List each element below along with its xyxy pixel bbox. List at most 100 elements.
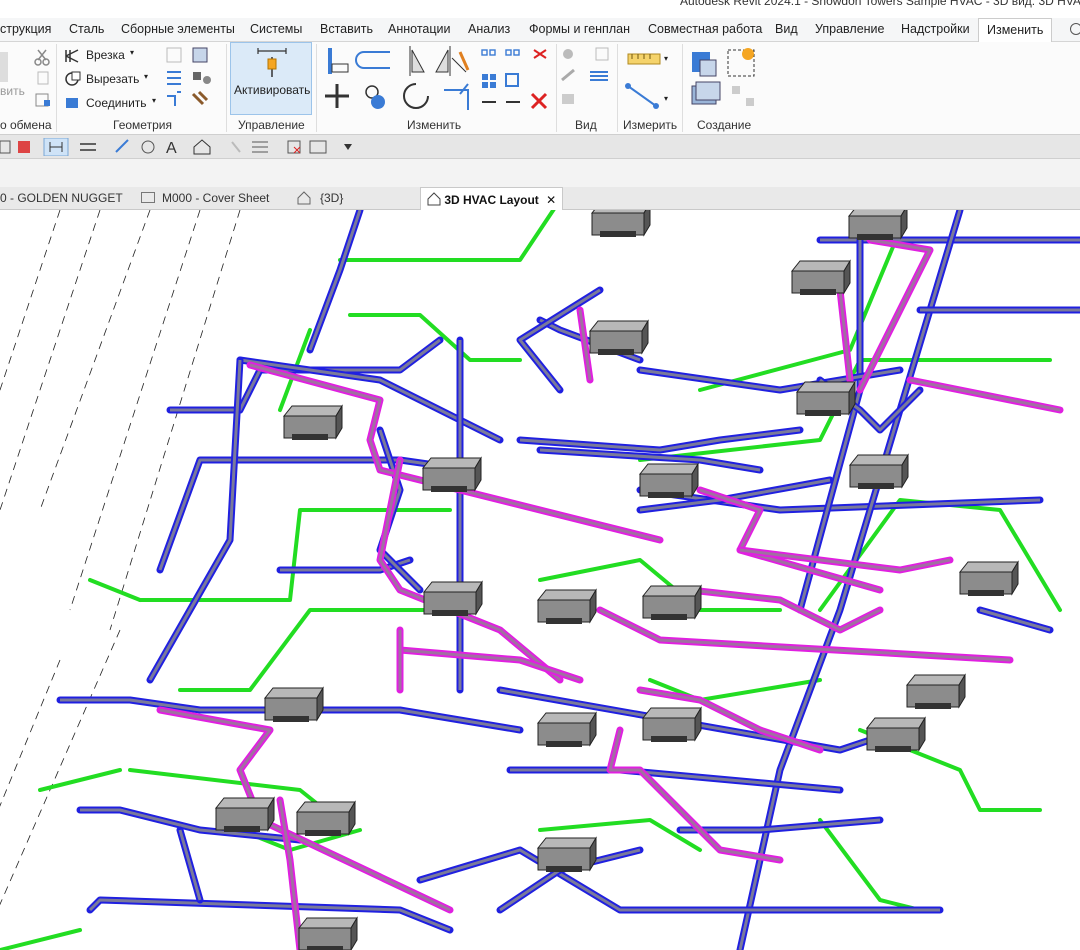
chevron-down-icon[interactable]: ▾: [130, 48, 134, 57]
duct-segment: [138, 508, 452, 602]
air-handling-unit: [847, 210, 908, 240]
modify-panel-label: Изменить: [407, 118, 462, 132]
tab-addins[interactable]: Надстройки: [901, 22, 970, 36]
duct-segment: [0, 928, 82, 950]
geometry-tools-icons: [166, 47, 211, 106]
close-icon[interactable]: ✕: [546, 193, 556, 207]
tab-structure[interactable]: струкция: [0, 22, 51, 36]
sheet-icon: [141, 192, 155, 203]
modify-tools-icons: [325, 46, 548, 110]
measure-panel-label: Измерить: [623, 118, 678, 132]
pipe-runs: [0, 210, 1062, 950]
panel-divider: [226, 44, 227, 132]
air-handling-unit: [536, 836, 597, 872]
activate-button[interactable]: Активировать: [230, 42, 312, 115]
duct-segment: [416, 846, 944, 914]
tab-3d[interactable]: {3D}: [320, 191, 343, 205]
duct-core: [170, 338, 441, 412]
duct-segment: [88, 578, 142, 602]
air-handling-unit: [421, 456, 482, 492]
duct-segment: [348, 313, 522, 362]
options-bar: A: [0, 135, 1080, 159]
ribbon-tab-bar: струкция Сталь Сборные элементы Системы …: [0, 18, 1080, 42]
air-handling-unit: [905, 673, 966, 709]
create-tools-icons: [691, 48, 755, 106]
cut-in-button[interactable]: Врезка: [86, 48, 125, 62]
join-button[interactable]: Соединить: [86, 96, 147, 110]
tab-steel[interactable]: Сталь: [69, 22, 104, 36]
tab-analyze[interactable]: Анализ: [468, 22, 510, 36]
properties-strip: [0, 159, 1080, 187]
grid-line: [109, 210, 241, 631]
air-handling-unit: [641, 706, 702, 742]
geometry-icons: [65, 49, 81, 108]
air-handling-unit: [588, 319, 649, 355]
grid-line: [0, 659, 61, 807]
duct-core: [308, 210, 362, 351]
paste-label[interactable]: вить: [0, 84, 25, 98]
duct-core: [909, 378, 1061, 412]
chevron-down-icon[interactable]: ▾: [152, 96, 156, 105]
tab-golden-nugget[interactable]: 0 - GOLDEN NUGGET: [0, 191, 123, 205]
air-handling-unit: [590, 210, 651, 237]
tab-3d-hvac-layout-label: 3D HVAC Layout: [444, 193, 539, 207]
svg-text:A: A: [166, 140, 177, 156]
panel-divider: [682, 44, 683, 132]
clipboard-panel-icons: [0, 49, 50, 107]
duct-core: [608, 729, 781, 862]
house-icon: [427, 192, 441, 206]
chevron-down-icon[interactable]: ▾: [144, 72, 148, 81]
help-icon[interactable]: [1070, 23, 1080, 35]
panel-divider: [617, 44, 618, 132]
control-panel-label: Управление: [238, 118, 305, 132]
panel-divider: [56, 44, 57, 132]
air-handling-unit: [422, 580, 483, 616]
air-handling-unit: [536, 588, 597, 624]
create-panel-label: Создание: [697, 118, 752, 132]
air-handling-unit: [282, 404, 343, 440]
duct-core: [979, 608, 1051, 632]
tab-view[interactable]: Вид: [775, 22, 798, 36]
house-icon: [297, 191, 311, 205]
tab-insert[interactable]: Вставить: [320, 22, 373, 36]
tab-annotate[interactable]: Аннотации: [388, 22, 450, 36]
hvac-3d-model[interactable]: [0, 210, 1080, 950]
chevron-down-icon[interactable]: ▾: [664, 94, 668, 103]
options-bar-icons: A: [0, 138, 352, 156]
air-handling-unit: [295, 800, 356, 836]
tab-collaborate[interactable]: Совместная работа: [648, 22, 762, 36]
air-handling-unit: [865, 716, 926, 752]
panel-divider: [316, 44, 317, 132]
tab-massing-site[interactable]: Формы и генплан: [529, 22, 630, 36]
activate-label: Активировать: [234, 83, 311, 97]
air-handling-unit: [795, 380, 856, 416]
view-tab-bar: 0 - GOLDEN NUGGET M000 - Cover Sheet {3D…: [0, 187, 1080, 210]
air-handling-unit: [536, 711, 597, 747]
air-handling-unit: [958, 560, 1019, 596]
tab-modify[interactable]: Изменить: [978, 18, 1053, 42]
chevron-down-icon[interactable]: ▾: [664, 54, 668, 63]
title-bar: Autodesk Revit 2024.1 - Snowdon Towers S…: [0, 0, 1080, 18]
clipboard-panel-label: о обмена: [0, 118, 52, 132]
tab-precast[interactable]: Сборные элементы: [121, 22, 235, 36]
tab-systems[interactable]: Системы: [250, 22, 302, 36]
air-handling-unit: [848, 453, 909, 489]
air-handling-unit: [641, 584, 702, 620]
measure-tools-icons: [625, 53, 661, 109]
duct-segment: [606, 726, 784, 864]
ribbon: вить о обмена Врезка Вырезать Соединить …: [0, 42, 1080, 135]
geometry-panel-label: Геометрия: [113, 118, 172, 132]
duct-core: [178, 829, 202, 901]
tab-cover-sheet[interactable]: M000 - Cover Sheet: [162, 191, 269, 205]
air-handling-unit: [297, 916, 358, 950]
tab-manage[interactable]: Управление: [815, 22, 885, 36]
cut-button[interactable]: Вырезать: [86, 72, 139, 86]
grid-line: [39, 210, 151, 511]
air-handling-unit: [790, 259, 851, 295]
activate-icon: [257, 48, 287, 77]
3d-viewport[interactable]: [0, 210, 1080, 950]
tab-3d-hvac-layout[interactable]: 3D HVAC Layout ✕: [420, 187, 564, 210]
duct-segment: [338, 210, 556, 262]
air-handling-unit: [214, 796, 275, 832]
view-tools-icons: [561, 47, 609, 104]
